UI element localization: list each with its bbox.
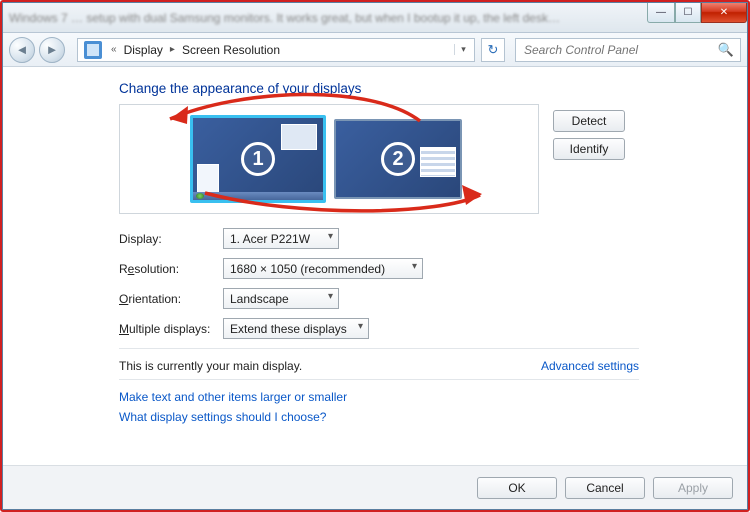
window-frame: Windows 7 … setup with dual Samsung moni… [2,2,748,510]
apply-button[interactable]: Apply [653,477,733,499]
preview-taskbar [193,192,323,200]
chevron-right-icon: ▸ [165,44,180,55]
maximize-button[interactable]: ☐ [675,3,701,23]
preview-start-icon [196,193,204,199]
breadcrumb-root: « [106,44,122,55]
preview-window-icon [281,124,317,150]
orientation-dropdown[interactable]: Landscape [223,288,339,309]
multiple-displays-label: Multiple displays: [119,322,223,336]
monitor-2[interactable]: 2 [334,119,462,199]
text-size-link[interactable]: Make text and other items larger or smal… [119,390,747,404]
display-settings-form: Display: 1. Acer P221W Resolution: 1680 … [119,228,747,339]
control-panel-icon [84,41,102,59]
display-label: Display: [119,232,223,246]
back-button[interactable]: ◄ [9,37,35,63]
monitor-1[interactable]: 1 [190,115,326,203]
help-link[interactable]: What display settings should I choose? [119,410,747,424]
page-title: Change the appearance of your displays [119,81,747,96]
display-dropdown[interactable]: 1. Acer P221W [223,228,339,249]
main-display-status: This is currently your main display. [119,359,541,373]
refresh-button[interactable]: ↻ [481,38,505,62]
separator [119,379,639,380]
breadcrumb[interactable]: « Display ▸ Screen Resolution ▾ [77,38,475,62]
cancel-button[interactable]: Cancel [565,477,645,499]
forward-button[interactable]: ► [39,37,65,63]
separator [119,348,639,349]
resolution-label: Resolution: [119,262,223,276]
search-input[interactable] [522,42,718,58]
footer: OK Cancel Apply [3,465,747,509]
minimize-button[interactable]: — [647,3,675,23]
display-preview[interactable]: 1 2 [119,104,539,214]
close-button[interactable]: ✕ [701,3,747,23]
preview-window-icon [420,147,456,177]
breadcrumb-item-screen-resolution[interactable]: Screen Resolution [180,43,282,57]
navbar: ◄ ► « Display ▸ Screen Resolution ▾ ↻ 🔍 [3,33,747,67]
monitor-1-number: 1 [241,142,275,176]
search-icon[interactable]: 🔍 [718,42,734,58]
advanced-settings-link[interactable]: Advanced settings [541,359,639,373]
content-area: Change the appearance of your displays 1… [3,67,747,465]
resolution-dropdown[interactable]: 1680 × 1050 (recommended) [223,258,423,279]
search-box[interactable]: 🔍 [515,38,741,62]
ok-button[interactable]: OK [477,477,557,499]
breadcrumb-dropdown-icon[interactable]: ▾ [454,44,472,55]
breadcrumb-item-display[interactable]: Display [122,43,165,57]
titlebar[interactable]: Windows 7 … setup with dual Samsung moni… [3,3,747,33]
detect-button[interactable]: Detect [553,110,625,132]
monitor-2-number: 2 [381,142,415,176]
background-page-text: Windows 7 … setup with dual Samsung moni… [9,11,560,25]
multiple-displays-dropdown[interactable]: Extend these displays [223,318,369,339]
orientation-label: Orientation: [119,292,223,306]
identify-button[interactable]: Identify [553,138,625,160]
